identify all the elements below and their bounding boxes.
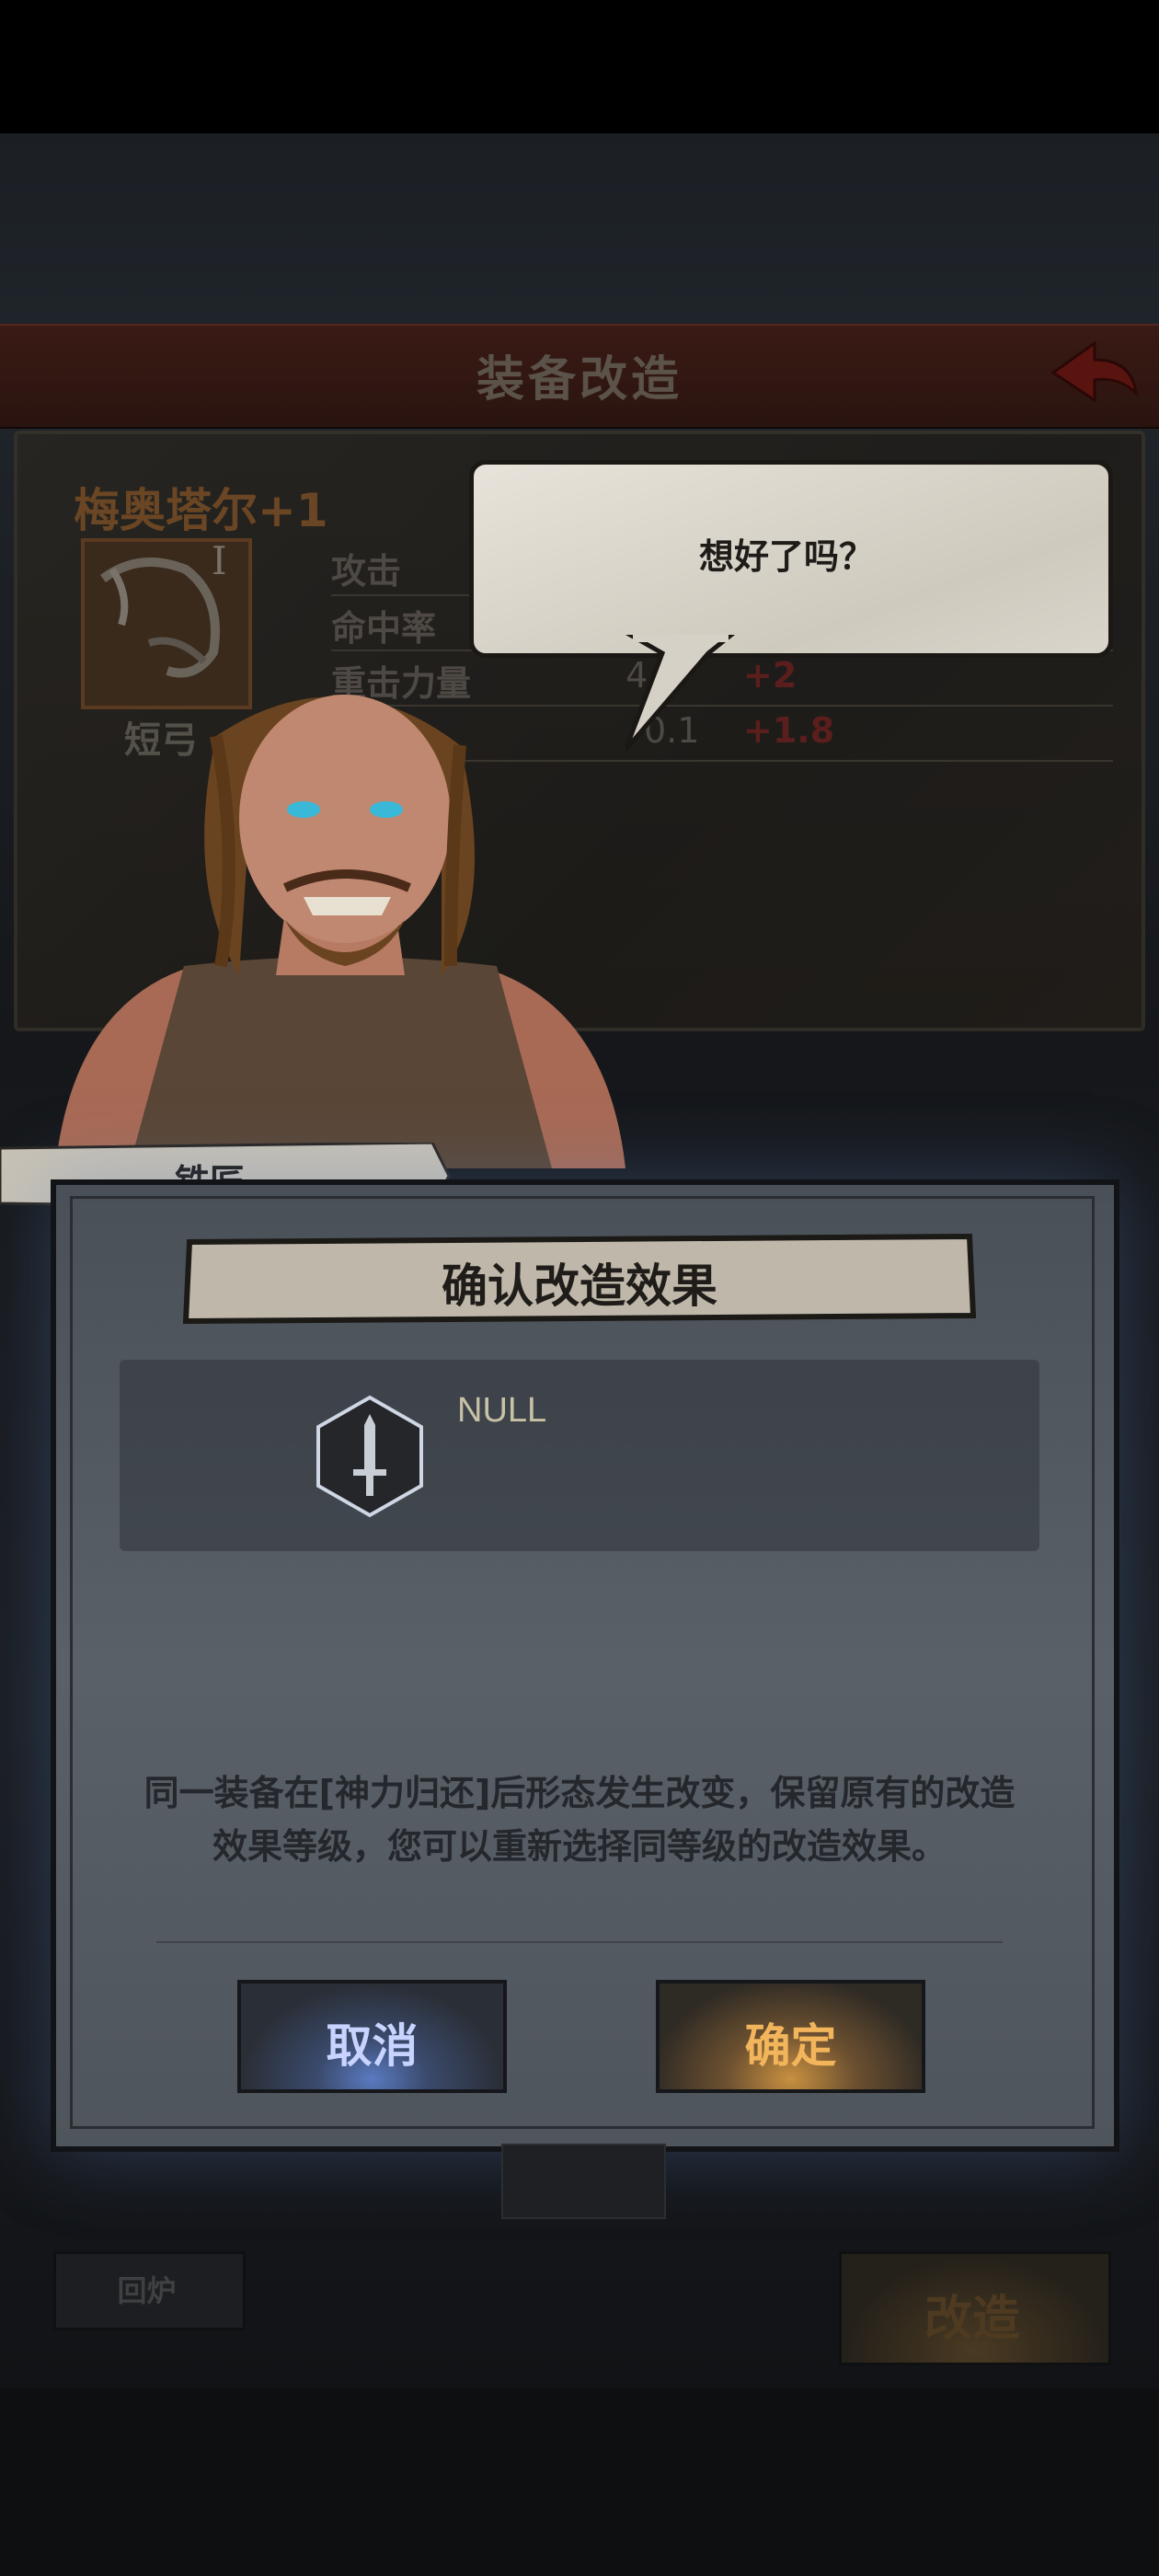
equipment-thumbnail [501,2144,666,2219]
bottom-bar [0,2387,1159,2576]
page-title: 装备改造 [476,352,683,408]
dialog-description: 同一装备在[神力归还]后形态发生改变，保留原有的改造 效果等级，您可以重新选择同… [129,1766,1030,1873]
stat-label-attack: 攻击 [331,551,402,592]
modify-button-label: 改造 [924,2292,1020,2347]
equipment-tier: I [212,538,227,583]
description-line-1: 同一装备在[神力归还]后形态发生改变，保留原有的改造 [143,1773,1016,1813]
blacksmith-portrait [55,695,625,1168]
back-arrow-icon[interactable] [1044,336,1145,409]
effect-box [120,1360,1039,1551]
confirm-button[interactable]: 确定 [656,1980,925,2093]
dialog-inner-frame [70,1196,1095,2129]
confirm-button-label: 确定 [744,2019,837,2073]
dialog-title: 确认改造效果 [442,1259,717,1313]
stat-bonus-4: +1.8 [743,710,835,751]
dialog-divider [156,1941,1003,1943]
effect-name: NULL [457,1391,547,1430]
recycle-button-label: 回炉 [117,2273,177,2308]
equipment-name: 梅奥塔尔+1 [74,484,328,537]
speech-text: 想好了吗？ [698,536,874,577]
stat-label-accuracy: 命中率 [331,608,437,649]
stat-bonus-crit: +2 [743,655,798,696]
cancel-button[interactable]: 取消 [237,1980,507,2093]
top-bar [0,0,1159,133]
cancel-button-label: 取消 [326,2019,419,2073]
speech-bubble-tail [625,635,736,752]
description-line-2: 效果等级，您可以重新选择同等级的改造效果。 [212,1826,947,1867]
dagger-icon [316,1395,423,1518]
